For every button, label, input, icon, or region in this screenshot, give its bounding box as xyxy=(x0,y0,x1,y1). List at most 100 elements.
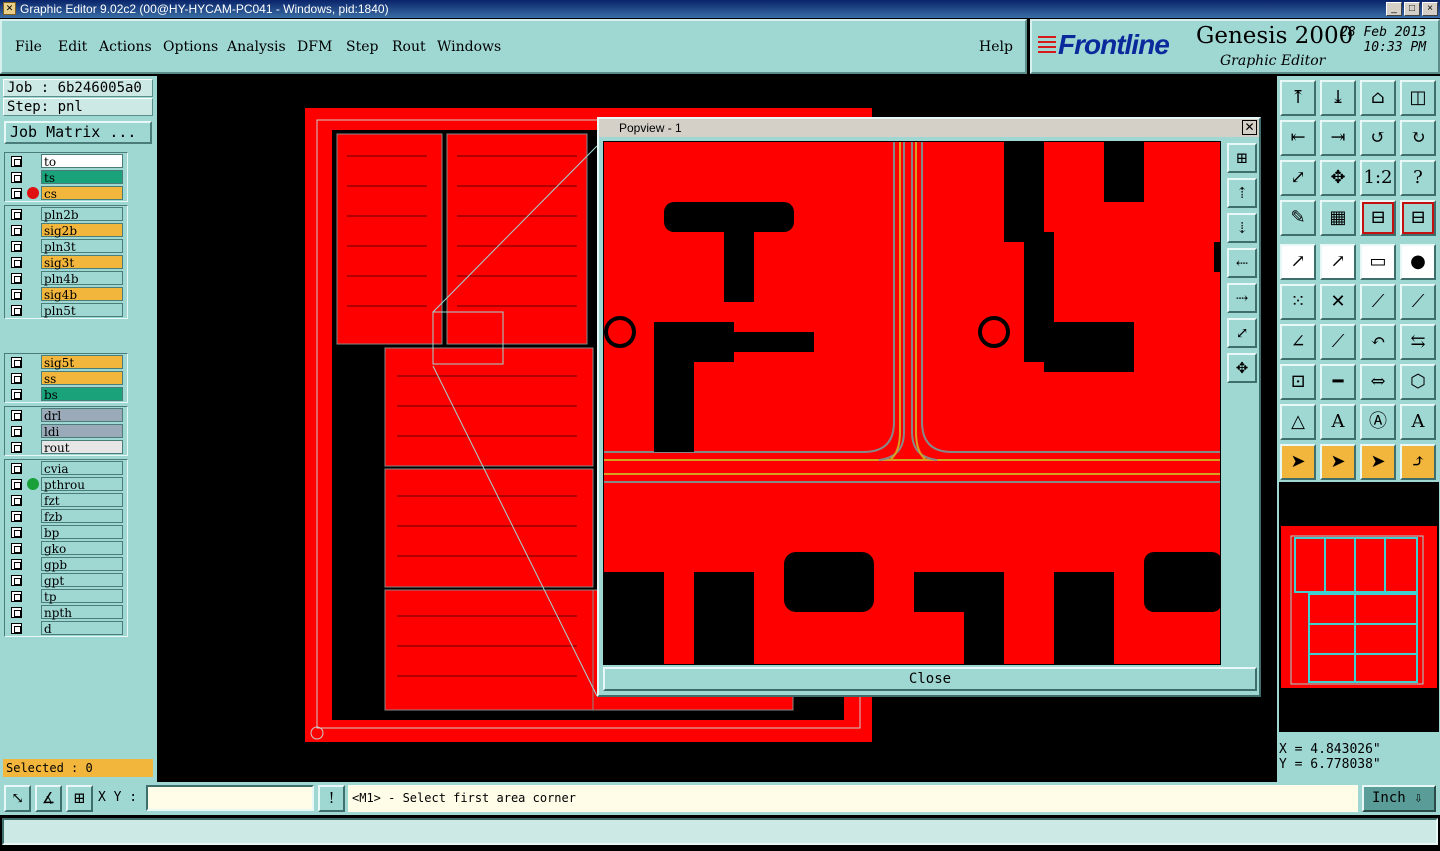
layer-checkbox[interactable] xyxy=(11,172,22,183)
layer-checkbox[interactable] xyxy=(11,591,22,602)
measure-icon[interactable]: ✎ xyxy=(1280,200,1316,236)
grid-snap-icon[interactable]: ⊞ xyxy=(66,785,93,812)
pointer-select-icon[interactable]: ➤ xyxy=(1360,444,1396,480)
popview-left-icon[interactable]: ⇠ xyxy=(1227,248,1257,278)
layer-checkbox[interactable] xyxy=(11,289,22,300)
layer-name[interactable]: fzb xyxy=(41,509,123,524)
layers-blue-icon[interactable]: ⊟ xyxy=(1400,200,1436,236)
zoom-fit-icon[interactable]: ✥ xyxy=(1320,160,1356,196)
layers-red-icon[interactable]: ⊟ xyxy=(1360,200,1396,236)
layer-name[interactable]: fzt xyxy=(41,493,123,508)
layer-name[interactable]: pln4b xyxy=(41,271,123,286)
undo-view-icon[interactable]: ↺ xyxy=(1360,120,1396,156)
layer-row-pln2b[interactable]: pln2b xyxy=(5,206,127,222)
layer-name[interactable]: sig5t xyxy=(41,355,123,370)
layer-row-drl[interactable]: drl xyxy=(5,407,127,423)
popview-close-icon[interactable]: ✕ xyxy=(1242,120,1257,135)
layer-row-sig2b[interactable]: sig2b xyxy=(5,222,127,238)
layer-name[interactable]: tp xyxy=(41,589,123,604)
layer-row-tp[interactable]: tp xyxy=(5,588,127,604)
draw-red-icon[interactable]: ↗ xyxy=(1320,244,1356,280)
slash-icon[interactable]: ⟋ xyxy=(1320,324,1356,360)
unit-selector[interactable]: Inch ⇩ xyxy=(1362,785,1436,812)
move-icon[interactable]: ⁙ xyxy=(1280,284,1316,320)
layer-checkbox[interactable] xyxy=(11,442,22,453)
help-icon[interactable]: ? xyxy=(1400,160,1436,196)
layer-name[interactable]: drl xyxy=(41,408,123,423)
menu-windows[interactable]: Windows xyxy=(437,39,501,55)
popview-close-button[interactable]: Close xyxy=(603,667,1257,691)
layer-checkbox[interactable] xyxy=(11,188,22,199)
layer-checkbox[interactable] xyxy=(11,543,22,554)
layer-row-pthrou[interactable]: pthrou xyxy=(5,476,127,492)
layer-name[interactable]: ldi xyxy=(41,424,123,439)
layer-checkbox[interactable] xyxy=(11,623,22,634)
layer-name[interactable]: sig2b xyxy=(41,223,123,238)
layer-row-pln3t[interactable]: pln3t xyxy=(5,238,127,254)
pointer-icon[interactable]: ➤ xyxy=(1280,444,1316,480)
layer-name[interactable]: sig3t xyxy=(41,255,123,270)
layer-name[interactable]: gpb xyxy=(41,557,123,572)
layer-checkbox[interactable] xyxy=(11,373,22,384)
ratio-icon[interactable]: 1:2 xyxy=(1360,160,1396,196)
layer-checkbox[interactable] xyxy=(11,357,22,368)
resize-icon[interactable]: ⇔ xyxy=(1360,364,1396,400)
layer-checkbox[interactable] xyxy=(11,410,22,421)
layer-checkbox[interactable] xyxy=(11,511,22,522)
layer-checkbox[interactable] xyxy=(11,389,22,400)
home-icon[interactable]: ⌂ xyxy=(1360,80,1396,116)
layer-name[interactable]: gpt xyxy=(41,573,123,588)
layer-checkbox[interactable] xyxy=(11,209,22,220)
layer-row-sig5t[interactable]: sig5t xyxy=(5,354,127,370)
layer-name[interactable]: rout xyxy=(41,440,123,455)
layer-row-bs[interactable]: bs xyxy=(5,386,127,402)
layer-row-cvia[interactable]: cvia xyxy=(5,460,127,476)
layer-name[interactable]: ts xyxy=(41,170,123,185)
menu-analysis[interactable]: Analysis xyxy=(227,39,286,55)
layer-name[interactable]: pln3t xyxy=(41,239,123,254)
layer-checkbox[interactable] xyxy=(11,495,22,506)
xy-input[interactable] xyxy=(146,785,314,811)
split-view-icon[interactable]: ◫ xyxy=(1400,80,1436,116)
layer-row-pln5t[interactable]: pln5t xyxy=(5,302,127,318)
layer-name[interactable]: ss xyxy=(41,371,123,386)
pan-right-icon[interactable]: ⇥ xyxy=(1320,120,1356,156)
layer-name[interactable]: pln5t xyxy=(41,303,123,318)
maximize-button[interactable]: □ xyxy=(1404,2,1420,16)
menu-options[interactable]: Options xyxy=(163,39,218,55)
a-arrow-icon[interactable]: A xyxy=(1400,404,1436,440)
snap-mode-icon[interactable]: ⤡ xyxy=(4,785,31,812)
layer-checkbox[interactable] xyxy=(11,241,22,252)
popview-right-icon[interactable]: ⇢ xyxy=(1227,283,1257,313)
layer-row-to[interactable]: to xyxy=(5,153,127,169)
a-box-icon[interactable]: Ⓐ xyxy=(1360,404,1396,440)
layer-checkbox[interactable] xyxy=(11,575,22,586)
layer-checkbox[interactable] xyxy=(11,305,22,316)
popview-zoom-icon[interactable]: ⊞ xyxy=(1227,143,1257,173)
arrow-icon[interactable]: ⟋ xyxy=(1400,284,1436,320)
ruler-icon[interactable]: ▭ xyxy=(1360,244,1396,280)
minus-icon[interactable]: ━ xyxy=(1320,364,1356,400)
popview-fit-icon[interactable]: ⤢ xyxy=(1227,318,1257,348)
layer-name[interactable]: npth xyxy=(41,605,123,620)
layer-row-ldi[interactable]: ldi xyxy=(5,423,127,439)
layer-row-gpt[interactable]: gpt xyxy=(5,572,127,588)
layer-name[interactable]: bp xyxy=(41,525,123,540)
job-matrix-button[interactable]: Job Matrix ... xyxy=(4,121,152,144)
zoom-in-icon[interactable]: ⤓ xyxy=(1320,80,1356,116)
pointer-route-icon[interactable]: ⤴ xyxy=(1400,444,1436,480)
layer-checkbox[interactable] xyxy=(11,156,22,167)
layer-row-rout[interactable]: rout xyxy=(5,439,127,455)
layer-row-sig4b[interactable]: sig4b xyxy=(5,286,127,302)
layer-name[interactable]: d xyxy=(41,621,123,636)
shapes-icon[interactable]: ⬡ xyxy=(1400,364,1436,400)
layer-name[interactable]: pthrou xyxy=(41,477,123,492)
layer-name[interactable]: cs xyxy=(41,186,123,201)
layer-name[interactable]: sig4b xyxy=(41,287,123,302)
layer-checkbox[interactable] xyxy=(11,607,22,618)
menu-help[interactable]: Help xyxy=(979,39,1013,55)
popview-canvas[interactable] xyxy=(603,141,1221,665)
layer-name[interactable]: cvia xyxy=(41,461,123,476)
mirror-icon[interactable]: ⇆ xyxy=(1400,324,1436,360)
line-icon[interactable]: ⟋ xyxy=(1360,284,1396,320)
